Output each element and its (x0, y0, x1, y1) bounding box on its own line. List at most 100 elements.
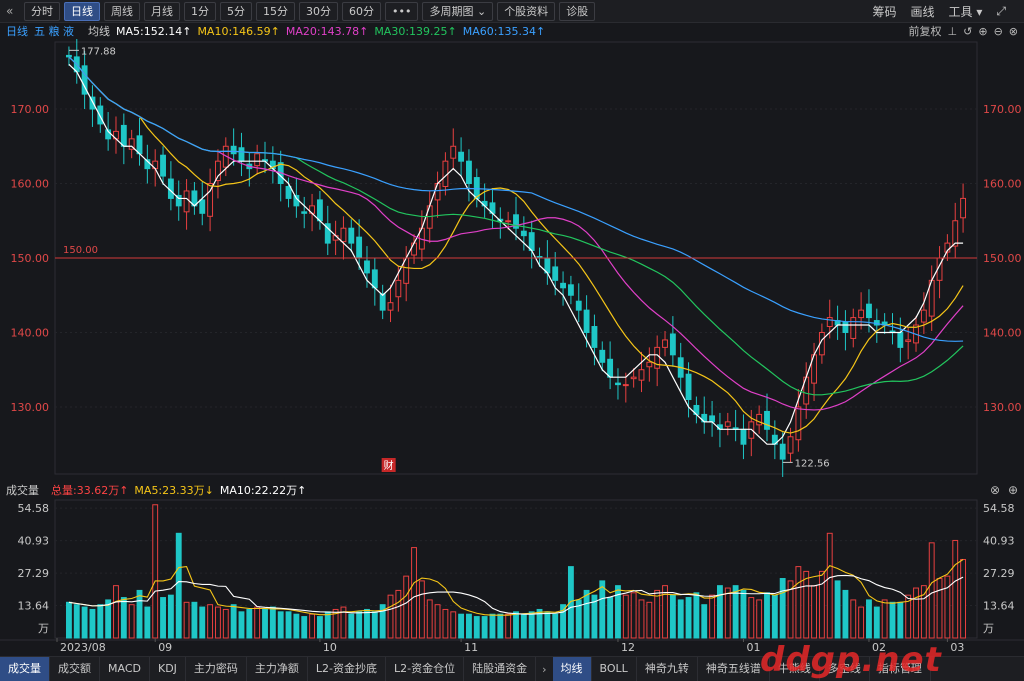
candle-body (230, 145, 237, 155)
candle-body (136, 135, 143, 155)
indicator-tab[interactable]: 成交量 (0, 657, 50, 681)
candle-body (560, 282, 566, 289)
low-label: 122.56 (795, 458, 830, 469)
candle-body (575, 300, 582, 311)
candle-body (552, 266, 559, 281)
volume-bar (238, 611, 245, 639)
indicator-tab[interactable]: 神奇九转 (637, 657, 698, 681)
candle-body (795, 406, 802, 441)
volume-bar (418, 580, 425, 639)
price-tick-label-right: 130.00 (983, 401, 1022, 414)
candle-body (858, 309, 865, 319)
volume-bar (638, 599, 645, 639)
indicator-tab[interactable]: 陆股通资金 (464, 657, 537, 681)
candle-body (254, 153, 261, 167)
candle-body (599, 349, 606, 363)
candle-body (615, 382, 621, 386)
volume-bar (128, 604, 135, 639)
price-tick-label-left: 170.00 (11, 103, 50, 116)
indicator-tab[interactable]: BOLL (592, 657, 637, 681)
indicator-tab[interactable]: L2-资金仓位 (386, 657, 465, 681)
volume-bar (952, 539, 959, 639)
volume-bar (936, 578, 943, 639)
candle-body (395, 279, 402, 298)
volume-bar (771, 594, 778, 639)
volume-bar (183, 601, 190, 639)
indicator-tab[interactable]: 主力密码 (186, 657, 247, 681)
volume-bar (669, 594, 676, 639)
volume-bar (497, 613, 504, 639)
volume-bar (285, 611, 292, 639)
ma-lines (68, 56, 964, 445)
volume-bar (458, 613, 465, 639)
volume-bar (583, 589, 590, 639)
date-tick-label: 11 (464, 641, 478, 654)
candle-body (411, 242, 417, 256)
candle-body (630, 376, 637, 380)
price-tick-label-left: 160.00 (11, 178, 50, 191)
candle-body (826, 317, 833, 328)
candle-body (199, 199, 206, 214)
volume-bar (764, 592, 770, 639)
candle-body (850, 317, 857, 339)
candle-body (301, 211, 308, 214)
annotations: 150.00 177.88 122.56 财 (55, 46, 977, 472)
indicator-tab[interactable]: 均线 (552, 657, 592, 681)
volume-bar (160, 597, 166, 639)
indicator-tab[interactable]: KDJ (150, 657, 186, 681)
indicator-tab[interactable]: 成交额 (50, 657, 100, 681)
indicator-tab[interactable]: 主力净额 (247, 657, 308, 681)
volume-bar (97, 604, 104, 639)
volume-bar (685, 597, 692, 639)
volume-bar (866, 599, 872, 639)
candle-body (379, 293, 386, 311)
candle-body (622, 384, 629, 387)
indicator-tab[interactable]: MACD (100, 657, 150, 681)
volume-tick-label-right: 万 (983, 622, 994, 635)
watermark: ddgp.net (760, 640, 942, 680)
volume-bar (630, 592, 637, 639)
volume-bar (779, 578, 786, 639)
volume-bar (716, 585, 723, 639)
candle-body (756, 413, 763, 426)
tabs-scroll-icon[interactable]: › (536, 663, 552, 676)
candle-body (520, 230, 527, 237)
volume-bar (756, 599, 763, 639)
volume-bar (552, 613, 559, 639)
volume-bars (65, 504, 967, 639)
candle-body (120, 124, 127, 147)
volume-bar (873, 606, 880, 639)
candle-body (65, 54, 72, 58)
candle-body (434, 183, 441, 201)
volume-tick-label-left: 40.93 (18, 535, 50, 548)
candle-body (740, 428, 747, 445)
volume-bar (803, 570, 810, 639)
candle-body (183, 190, 190, 213)
volume-bar (65, 601, 72, 639)
candle-body (905, 339, 912, 342)
candle-body (387, 302, 394, 311)
volume-bar (120, 597, 127, 639)
volume-bar (371, 611, 378, 639)
candle-body (505, 220, 512, 223)
volume-bar (701, 604, 708, 639)
kline-chart[interactable]: 170.00 170.00 160.00 160.00 150.00 150.00 140.… (0, 0, 1024, 656)
volume-bar (246, 608, 253, 639)
candle-body (371, 269, 378, 289)
candle-body (920, 309, 927, 323)
volume-bar (615, 585, 621, 639)
indicator-tab[interactable]: L2-资金抄底 (308, 657, 387, 681)
volume-bar (520, 613, 527, 639)
volume-bar (818, 570, 825, 639)
candle-body (97, 105, 104, 125)
price-tick-label-right: 150.00 (983, 252, 1022, 265)
candle-body (787, 436, 794, 454)
candle-body (528, 232, 535, 252)
candle-body (316, 199, 323, 222)
volume-bar (215, 606, 221, 639)
price-tick-label-left: 150.00 (11, 252, 50, 265)
volume-bar (113, 585, 119, 639)
candle-body (567, 284, 574, 296)
volume-bar (89, 608, 96, 639)
volume-bar (254, 606, 261, 639)
